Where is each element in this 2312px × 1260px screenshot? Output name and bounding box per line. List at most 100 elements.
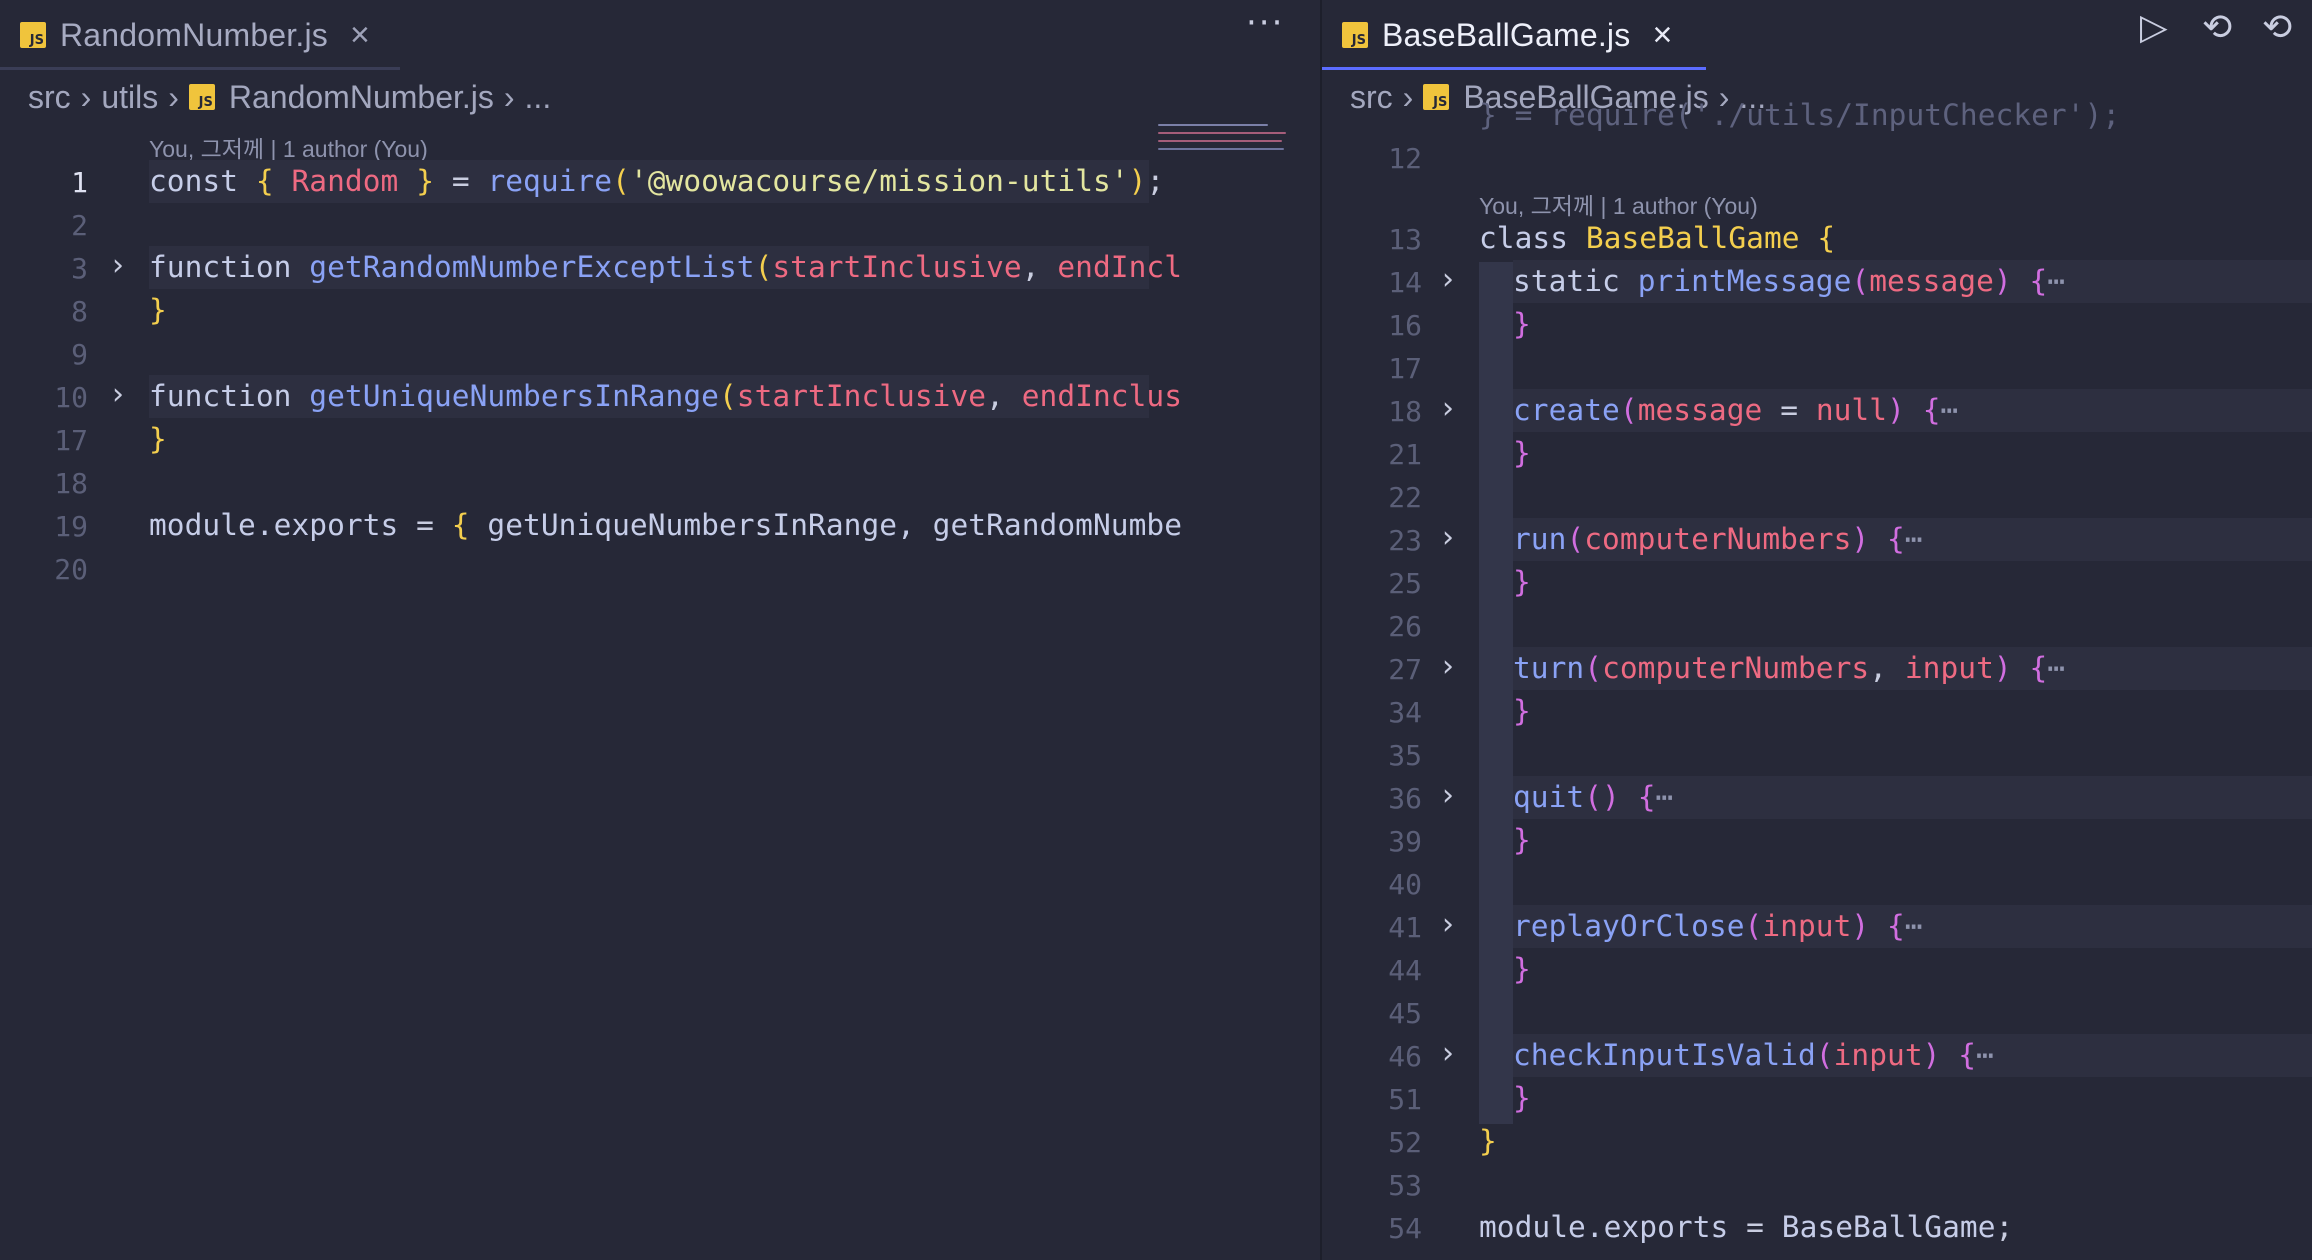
code-text: replayOrClose(input) {⋯ [1513, 909, 1923, 943]
line-number: 25 [1388, 567, 1422, 600]
close-icon[interactable]: × [350, 18, 370, 52]
code-line: 52 } [1322, 1120, 2312, 1163]
code-text: static printMessage(message) {⋯ [1513, 264, 2066, 298]
code-line: 41 › replayOrClose(input) {⋯ [1322, 905, 2312, 948]
line-number: 14 [1388, 266, 1422, 299]
code-text: turn(computerNumbers, input) {⋯ [1513, 651, 2066, 685]
code-line: 46 › checkInputIsValid(input) {⋯ [1322, 1034, 2312, 1077]
more-actions-icon[interactable]: ··· [1246, 6, 1284, 40]
code-text: module.exports = BaseBallGame; [1479, 1210, 2014, 1244]
timeline-icon[interactable]: ⟲ [2202, 10, 2232, 46]
chevron-right-icon: › [503, 78, 515, 115]
line-number: 44 [1388, 954, 1422, 987]
code-line: 19 module.exports = { getUniqueNumbersIn… [0, 504, 1320, 547]
code-text: } [1479, 1124, 1497, 1158]
line-number: 19 [54, 510, 88, 543]
code-line: 53 [1322, 1163, 2312, 1206]
chevron-right-icon[interactable]: › [1442, 520, 1454, 555]
code-editor-right[interactable]: } = require('./utils/InputChecker'); 12 … [1322, 98, 2312, 1260]
code-text: } [1513, 823, 1531, 857]
code-text: } [1513, 565, 1531, 599]
tab-label: BaseBallGame.js [1382, 16, 1631, 53]
js-file-icon: JS [1423, 84, 1450, 110]
chevron-right-icon[interactable]: › [1442, 907, 1454, 942]
code-text: class BaseBallGame { [1479, 221, 1836, 255]
line-number: 27 [1388, 653, 1422, 686]
code-text: run(computerNumbers) {⋯ [1513, 522, 1923, 556]
code-line: 44 } [1322, 948, 2312, 991]
code-line: 40 [1322, 862, 2312, 905]
breadcrumb-more[interactable]: ... [525, 79, 552, 116]
close-icon[interactable]: × [1652, 18, 1672, 52]
code-text: } [149, 293, 167, 327]
codelens-blame[interactable]: You, 그저께 | 1 author (You) [149, 130, 428, 164]
line-number: 23 [1388, 524, 1422, 557]
line-number: 1 [71, 166, 88, 199]
line-number: 18 [54, 467, 88, 500]
code-line: 54 module.exports = BaseBallGame; [1322, 1206, 2312, 1249]
code-line: 8 } [0, 289, 1320, 332]
revert-icon[interactable]: ⟲ [2262, 10, 2292, 46]
line-number: 41 [1388, 911, 1422, 944]
codelens-blame[interactable]: You, 그저께 | 1 author (You) [1479, 187, 1758, 221]
line-number: 45 [1388, 997, 1422, 1030]
breadcrumb-file[interactable]: RandomNumber.js [229, 79, 494, 116]
chevron-right-icon[interactable]: › [1442, 391, 1454, 426]
code-line: 14 › static printMessage(message) {⋯ [1322, 260, 2312, 303]
line-number: 10 [54, 381, 88, 414]
code-text-partial: } = require('./utils/InputChecker'); [1479, 98, 2121, 132]
line-number: 53 [1388, 1169, 1422, 1202]
code-line: 34 } [1322, 690, 2312, 733]
chevron-right-icon[interactable]: › [112, 248, 124, 283]
line-number: 34 [1388, 696, 1422, 729]
chevron-right-icon: › [80, 78, 92, 115]
tab-baseball-game-js[interactable]: JS BaseBallGame.js × [1322, 0, 1706, 70]
chevron-right-icon[interactable]: › [1442, 262, 1454, 297]
line-number: 54 [1388, 1212, 1422, 1245]
code-line: 2 [0, 203, 1320, 246]
line-number: 20 [54, 553, 88, 586]
code-line: 45 [1322, 991, 2312, 1034]
breadcrumb-src[interactable]: src [28, 79, 71, 116]
breadcrumb-src[interactable]: src [1350, 79, 1393, 116]
js-file-icon: JS [188, 84, 215, 110]
breadcrumb: src › utils › JS RandomNumber.js › ... [28, 74, 551, 120]
tab-label: RandomNumber.js [60, 16, 328, 53]
code-text: } [1513, 1081, 1531, 1115]
line-number: 13 [1388, 223, 1422, 256]
code-line: 20 [0, 547, 1320, 590]
chevron-right-icon[interactable]: › [1442, 649, 1454, 684]
breadcrumb-utils[interactable]: utils [101, 79, 158, 116]
line-number: 39 [1388, 825, 1422, 858]
code-editor-left[interactable]: You, 그저께 | 1 author (You) 1 const { Rand… [0, 120, 1320, 1260]
code-line: 26 [1322, 604, 2312, 647]
chevron-right-icon[interactable]: › [1442, 1036, 1454, 1071]
code-line: 21 } [1322, 432, 2312, 475]
code-line: 23 › run(computerNumbers) {⋯ [1322, 518, 2312, 561]
js-file-icon: JS [20, 22, 46, 48]
line-number: 51 [1388, 1083, 1422, 1116]
chevron-right-icon[interactable]: › [112, 377, 124, 412]
code-text: function getRandomNumberExceptList(start… [149, 250, 1183, 284]
code-line: 35 [1322, 733, 2312, 776]
code-text: function getUniqueNumbersInRange(startIn… [149, 379, 1183, 413]
code-line: 3 › function getRandomNumberExceptList(s… [0, 246, 1320, 289]
line-number: 22 [1388, 481, 1422, 514]
run-icon[interactable]: ▷ [2140, 10, 2168, 46]
code-text: create(message = null) {⋯ [1513, 393, 1959, 427]
code-text: checkInputIsValid(input) {⋯ [1513, 1038, 1994, 1072]
right-tab-bar: JS BaseBallGame.js × ▷ ⟲ ⟲ [1322, 0, 2312, 70]
code-text: const { Random } = require('@woowacourse… [149, 164, 1165, 198]
chevron-right-icon: › [168, 78, 179, 115]
tab-random-number-js[interactable]: JS RandomNumber.js × [0, 0, 400, 70]
right-editor-pane: JS BaseBallGame.js × ▷ ⟲ ⟲ src › JS Base… [1322, 0, 2312, 1260]
line-number: 3 [71, 252, 88, 285]
line-number: 36 [1388, 782, 1422, 815]
line-number: 52 [1388, 1126, 1422, 1159]
chevron-right-icon[interactable]: › [1442, 778, 1454, 813]
code-line: 18 › create(message = null) {⋯ [1322, 389, 2312, 432]
code-line: 17 } [0, 418, 1320, 461]
line-number: 18 [1388, 395, 1422, 428]
code-line: 12 [1322, 136, 2312, 179]
code-line: 39 } [1322, 819, 2312, 862]
